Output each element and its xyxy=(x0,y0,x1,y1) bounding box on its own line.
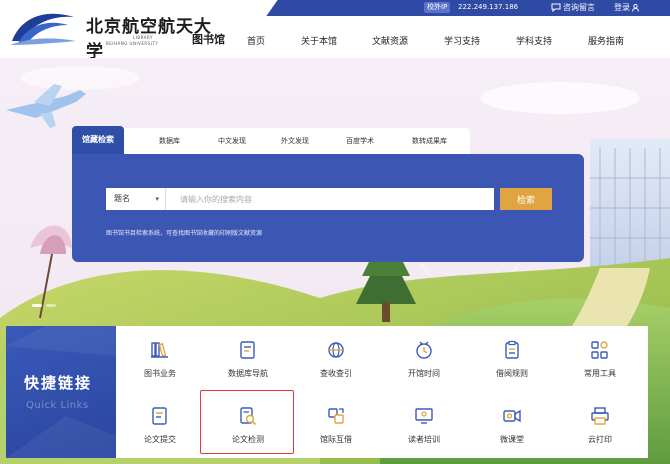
quick-link-item[interactable]: 数据库导航 xyxy=(204,326,292,392)
printer-icon xyxy=(591,407,609,425)
quick-link-label: 读者培训 xyxy=(408,435,440,444)
search-tabs: 馆藏检索 数据库 中文发现 外文发现 百度学术 数转成果库 xyxy=(72,126,470,154)
highlight-box xyxy=(200,390,294,454)
quick-link-item[interactable]: 读者培训 xyxy=(380,392,468,458)
consult-label: 咨询留言 xyxy=(563,3,595,12)
citation-search-icon xyxy=(328,342,344,358)
database-nav-icon xyxy=(240,341,255,359)
quick-link-label: 论文提交 xyxy=(144,435,176,444)
quick-link-item[interactable]: 借阅规则 xyxy=(468,326,556,392)
quick-link-item[interactable]: 图书业务 xyxy=(116,326,204,392)
nav-item-subject[interactable]: 学科支持 xyxy=(516,34,552,47)
quick-link-label: 查收查引 xyxy=(320,369,352,378)
quick-link-label: 图书业务 xyxy=(144,369,176,378)
quick-link-item[interactable]: 馆际互借 xyxy=(292,392,380,458)
logo-sub-library: LIBRARY xyxy=(133,35,153,40)
interlibrary-loan-icon xyxy=(328,408,344,424)
quick-link-item[interactable]: 查收查引 xyxy=(292,326,380,392)
rules-icon xyxy=(505,340,519,359)
logo-emblem-icon xyxy=(10,13,76,45)
search-input[interactable] xyxy=(166,188,494,210)
clock-icon xyxy=(416,341,432,359)
tools-icon xyxy=(591,341,608,359)
nav-item-home[interactable]: 首页 xyxy=(247,34,265,47)
quick-link-label: 常用工具 xyxy=(584,369,616,378)
quick-link-item[interactable]: 开馆时间 xyxy=(380,326,468,392)
quick-link-item[interactable]: 云打印 xyxy=(556,392,644,458)
site-header: 校外IP 222.249.137.186 咨询留言 登录 北京航空航天大学 LI… xyxy=(0,0,670,62)
ip-label-badge: 校外IP xyxy=(424,2,451,13)
chevron-down-icon: ▾ xyxy=(155,195,159,203)
chat-icon xyxy=(551,3,561,12)
quick-links-title: 快捷链接 xyxy=(24,374,93,392)
tab-database[interactable]: 数据库 xyxy=(159,128,180,154)
search-button[interactable]: 检索 xyxy=(500,188,552,210)
nav-item-learning[interactable]: 学习支持 xyxy=(444,34,480,47)
nav-item-about[interactable]: 关于本馆 xyxy=(301,34,337,47)
top-bar-background xyxy=(244,0,670,16)
nav-item-guide[interactable]: 服务指南 xyxy=(588,34,624,47)
quick-link-label: 云打印 xyxy=(588,435,612,444)
quick-link-item[interactable]: 微课堂 xyxy=(468,392,556,458)
main-nav: 首页 关于本馆 文献资源 学习支持 学科支持 服务指南 xyxy=(228,34,670,50)
ip-address: 222.249.137.186 xyxy=(458,3,519,11)
quick-link-label: 馆际互借 xyxy=(320,435,352,444)
tab-baidu-scholar[interactable]: 百度学术 xyxy=(346,128,374,154)
logo-sub-university: BEIHANG UNIVERSITY xyxy=(106,41,159,46)
user-icon xyxy=(632,3,639,12)
nav-item-resources[interactable]: 文献资源 xyxy=(372,34,408,47)
university-logo[interactable]: 北京航空航天大学 LIBRARY BEIHANG UNIVERSITY 图书馆 xyxy=(8,5,228,62)
micro-class-icon xyxy=(503,409,521,423)
tab-foreign-discovery[interactable]: 外文发现 xyxy=(281,128,309,154)
search-panel: 题名 ▾ 检索 图书馆书目检索系统，可查找图书馆收藏的印刷版文献资源 xyxy=(72,154,584,262)
quick-link-label: 微课堂 xyxy=(500,435,524,444)
consult-link[interactable]: 咨询留言 xyxy=(551,2,595,13)
tab-chinese-discovery[interactable]: 中文发现 xyxy=(218,128,246,154)
login-link[interactable]: 登录 xyxy=(614,2,639,13)
search-hint-text: 图书馆书目检索系统，可查找图书馆收藏的印刷版文献资源 xyxy=(106,230,263,237)
quick-links-header-panel: 快捷链接 Quick Links xyxy=(6,326,116,458)
quick-link-label: 开馆时间 xyxy=(408,369,440,378)
books-icon xyxy=(151,342,168,358)
quick-link-item[interactable]: 常用工具 xyxy=(556,326,644,392)
quick-link-label: 数据库导航 xyxy=(228,369,268,378)
quick-link-item[interactable]: 论文提交 xyxy=(116,392,204,458)
thesis-submit-icon xyxy=(152,407,167,425)
quick-links-subtitle: Quick Links xyxy=(26,400,89,411)
tab-catalog-search[interactable]: 馆藏检索 xyxy=(72,126,124,154)
library-name: 图书馆 xyxy=(192,33,225,46)
search-field-value: 题名 xyxy=(114,194,130,203)
login-label: 登录 xyxy=(614,3,630,12)
quick-links-grid: 图书业务 数据库导航 查收查引 开馆时间 借阅规则 常用工具 论文提交 论文检测… xyxy=(116,326,648,458)
quick-link-label: 借阅规则 xyxy=(496,369,528,378)
tab-digital-repository[interactable]: 数转成果库 xyxy=(412,128,447,154)
search-field-select[interactable]: 题名 ▾ xyxy=(106,188,166,210)
training-icon xyxy=(415,408,433,424)
